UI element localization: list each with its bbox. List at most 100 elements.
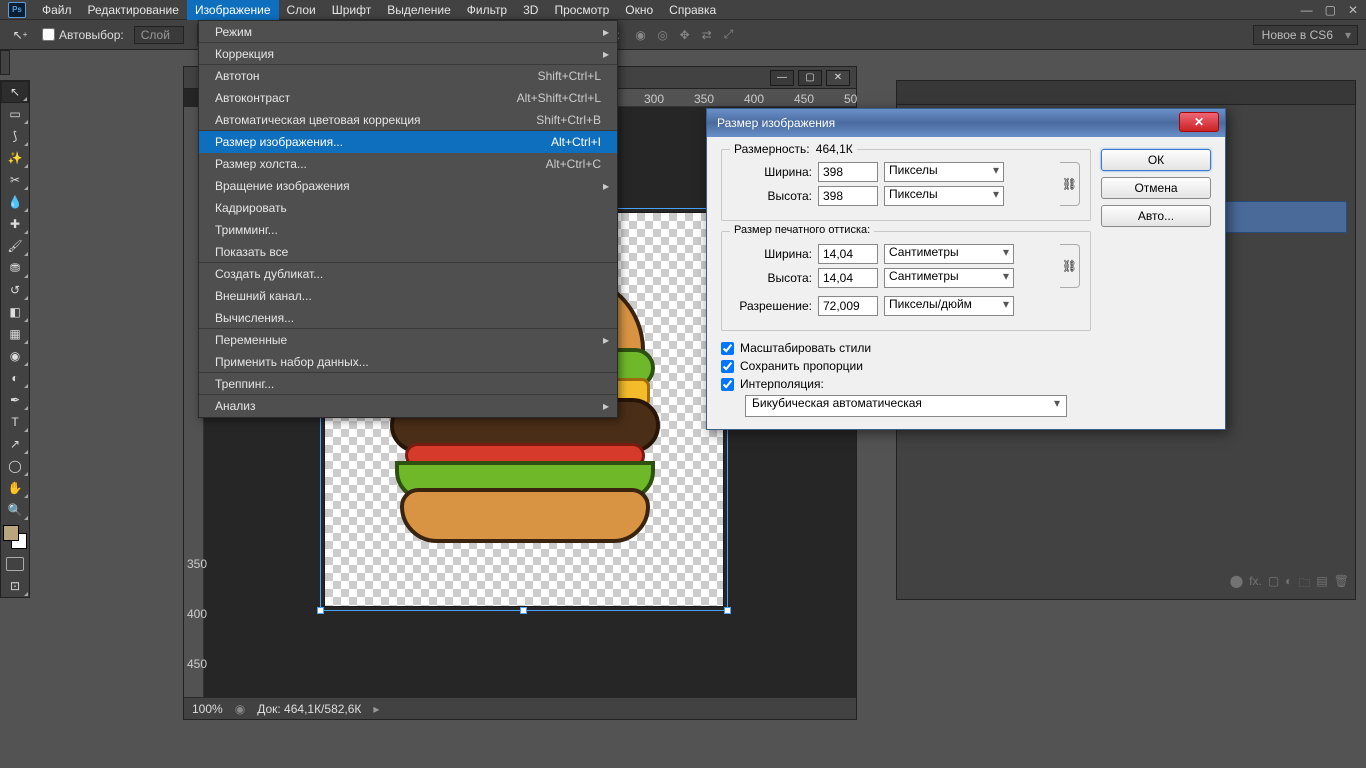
link-layers-icon[interactable]: ⬤ <box>1230 574 1243 595</box>
px-width-unit[interactable]: Пикселы <box>884 162 1004 182</box>
path-select-tool[interactable]: ↗ <box>1 433 29 455</box>
interpolation-select[interactable]: Бикубическая автоматическая <box>745 395 1067 417</box>
menu-item[interactable]: Показать все <box>199 241 617 263</box>
wand-tool[interactable]: ✨ <box>1 147 29 169</box>
color-swatches[interactable] <box>1 521 29 553</box>
move-tool[interactable]: ↖ <box>1 81 29 103</box>
fx-icon[interactable]: fx. <box>1249 574 1262 595</box>
hand-tool[interactable]: ✋ <box>1 477 29 499</box>
menu-item[interactable]: Анализ▸ <box>199 395 617 417</box>
menu-item[interactable]: Вращение изображения▸ <box>199 175 617 197</box>
resolution-unit[interactable]: Пикселы/дюйм <box>884 296 1014 316</box>
status-orb-icon[interactable]: ◉ <box>235 702 245 716</box>
eraser-tool[interactable]: ◧ <box>1 301 29 323</box>
menu-select[interactable]: Выделение <box>379 0 459 20</box>
crop-tool[interactable]: ✂ <box>1 169 29 191</box>
doc-maximize-icon[interactable]: ▢ <box>798 70 822 86</box>
panel-tabs[interactable] <box>897 81 1355 105</box>
px-height-unit[interactable]: Пикселы <box>884 186 1004 206</box>
auto-button[interactable]: Авто... <box>1101 205 1211 227</box>
auto-select-target[interactable]: Слой <box>134 26 184 44</box>
stamp-tool[interactable]: ⛃ <box>1 257 29 279</box>
menu-window[interactable]: Окно <box>617 0 661 20</box>
print-width-input[interactable] <box>818 244 878 264</box>
slide-icon[interactable]: ⇄ <box>696 24 718 46</box>
folder-icon[interactable]: 🗀 <box>1298 574 1310 595</box>
constrain-proportions-checkbox[interactable]: Сохранить пропорции <box>721 359 1091 373</box>
px-height-input[interactable] <box>818 186 878 206</box>
menu-3d[interactable]: 3D <box>515 0 546 20</box>
menu-item[interactable]: Коррекция▸ <box>199 43 617 65</box>
link-proportions-icon[interactable]: ⛓ <box>1060 162 1080 206</box>
screen-mode-icon[interactable]: ⊡ <box>1 575 29 597</box>
print-height-unit[interactable]: Сантиметры <box>884 268 1014 288</box>
menu-item[interactable]: Размер холста...Alt+Ctrl+C <box>199 153 617 175</box>
trash-icon[interactable]: 🗑 <box>1334 574 1349 595</box>
menu-view[interactable]: Просмотр <box>546 0 617 20</box>
roll-icon[interactable]: ◎ <box>652 24 674 46</box>
dialog-titlebar[interactable]: Размер изображения ✕ <box>707 109 1225 137</box>
quickmask-toggle[interactable] <box>6 557 24 571</box>
menu-file[interactable]: Файл <box>34 0 80 20</box>
doc-size: Док: 464,1К/582,6К <box>257 702 361 716</box>
menu-item[interactable]: Треппинг... <box>199 373 617 395</box>
ok-button[interactable]: ОК <box>1101 149 1211 171</box>
px-width-input[interactable] <box>818 162 878 182</box>
menu-image[interactable]: Изображение <box>187 0 279 20</box>
menu-item[interactable]: Тримминг... <box>199 219 617 241</box>
workspace-dropdown[interactable]: Новое в CS6 <box>1253 25 1358 45</box>
lasso-tool[interactable]: ⟆ <box>1 125 29 147</box>
menu-help[interactable]: Справка <box>661 0 724 20</box>
shape-tool[interactable]: ◯ <box>1 455 29 477</box>
menu-item[interactable]: Автоматическая цветовая коррекцияShift+C… <box>199 109 617 131</box>
print-width-unit[interactable]: Сантиметры <box>884 244 1014 264</box>
resolution-input[interactable] <box>818 296 878 316</box>
mask-icon[interactable]: ▢ <box>1268 574 1279 595</box>
dialog-close-button[interactable]: ✕ <box>1179 112 1219 132</box>
status-arrow-icon[interactable]: ▸ <box>373 702 379 716</box>
blur-tool[interactable]: ◉ <box>1 345 29 367</box>
healing-tool[interactable]: ✚ <box>1 213 29 235</box>
maximize-icon[interactable]: ▢ <box>1325 3 1336 17</box>
minimize-icon[interactable]: — <box>1301 3 1313 17</box>
menu-item[interactable]: Кадрировать <box>199 197 617 219</box>
history-brush-tool[interactable]: ↺ <box>1 279 29 301</box>
close-icon[interactable]: ✕ <box>1348 3 1358 17</box>
menu-item[interactable]: АвтотонShift+Ctrl+L <box>199 65 617 87</box>
auto-select-checkbox[interactable]: Автовыбор: <box>42 28 124 42</box>
doc-close-icon[interactable]: ✕ <box>826 70 850 86</box>
menu-item[interactable]: Вычисления... <box>199 307 617 329</box>
link-print-proportions-icon[interactable]: ⛓ <box>1060 244 1080 288</box>
scale-styles-checkbox[interactable]: Масштабировать стили <box>721 341 1091 355</box>
print-height-input[interactable] <box>818 268 878 288</box>
panel-collapse-strip[interactable] <box>0 50 10 75</box>
adjustment-icon[interactable]: ◐ <box>1285 574 1292 595</box>
zoom-level[interactable]: 100% <box>192 702 223 716</box>
pen-tool[interactable]: ✒ <box>1 389 29 411</box>
eyedropper-tool[interactable]: 💧 <box>1 191 29 213</box>
marquee-tool[interactable]: ▭ <box>1 103 29 125</box>
cancel-button[interactable]: Отмена <box>1101 177 1211 199</box>
pan-icon[interactable]: ✥ <box>674 24 696 46</box>
menu-item[interactable]: АвтоконтрастAlt+Shift+Ctrl+L <box>199 87 617 109</box>
new-layer-icon[interactable]: ▤ <box>1316 574 1327 595</box>
menu-layers[interactable]: Слои <box>279 0 324 20</box>
menu-item[interactable]: Размер изображения...Alt+Ctrl+I <box>199 131 617 153</box>
zoom-tool[interactable]: 🔍 <box>1 499 29 521</box>
menu-item[interactable]: Применить набор данных... <box>199 351 617 373</box>
menu-item[interactable]: Создать дубликат... <box>199 263 617 285</box>
menu-edit[interactable]: Редактирование <box>80 0 187 20</box>
dodge-tool[interactable]: ◐ <box>1 367 29 389</box>
menu-item[interactable]: Режим▸ <box>199 21 617 43</box>
orbit-icon[interactable]: ◉ <box>630 24 652 46</box>
brush-tool[interactable]: 🖌 <box>1 235 29 257</box>
menu-item[interactable]: Переменные▸ <box>199 329 617 351</box>
menu-item[interactable]: Внешний канал... <box>199 285 617 307</box>
resample-checkbox[interactable]: Интерполяция: <box>721 377 1091 391</box>
menu-type[interactable]: Шрифт <box>324 0 379 20</box>
menu-filter[interactable]: Фильтр <box>459 0 515 20</box>
scale3d-icon[interactable]: ⤢ <box>718 24 740 46</box>
gradient-tool[interactable]: ▦ <box>1 323 29 345</box>
doc-minimize-icon[interactable]: — <box>770 70 794 86</box>
type-tool[interactable]: T <box>1 411 29 433</box>
